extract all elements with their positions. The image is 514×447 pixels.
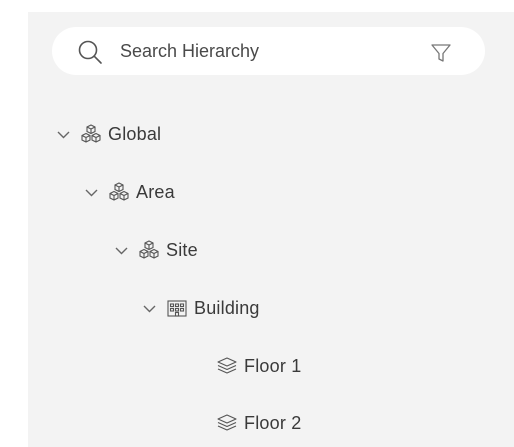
filter-icon[interactable] xyxy=(430,42,452,64)
building-icon xyxy=(167,300,187,317)
tree-node-label: Global xyxy=(108,123,162,144)
hierarchy-cubes-icon xyxy=(81,124,101,143)
chevron-down-icon[interactable] xyxy=(56,127,71,142)
tree-node-label: Building xyxy=(194,297,260,318)
chevron-down-icon[interactable] xyxy=(84,185,99,200)
tree-node-label: Floor 2 xyxy=(244,412,302,433)
chevron-down-icon[interactable] xyxy=(114,243,129,258)
tree-node-area[interactable]: Area xyxy=(84,177,175,207)
floor-layers-icon xyxy=(217,414,237,431)
floor-layers-icon xyxy=(217,357,237,374)
tree-node-label: Site xyxy=(166,239,198,260)
search-input[interactable] xyxy=(120,36,420,66)
tree-node-label: Area xyxy=(136,181,175,202)
search-box[interactable] xyxy=(52,27,485,75)
tree-node-floor-1[interactable]: Floor 1 xyxy=(216,351,301,381)
tree-node-label: Floor 1 xyxy=(244,355,302,376)
hierarchy-panel: Global Area xyxy=(28,12,514,447)
hierarchy-cubes-icon xyxy=(109,182,129,201)
hierarchy-cubes-icon xyxy=(139,240,159,259)
tree-node-building[interactable]: Building xyxy=(142,293,260,323)
search-icon xyxy=(78,40,102,64)
tree-node-floor-2[interactable]: Floor 2 xyxy=(216,408,301,438)
tree-node-site[interactable]: Site xyxy=(114,235,198,265)
chevron-down-icon[interactable] xyxy=(142,301,157,316)
tree-node-global[interactable]: Global xyxy=(56,119,161,149)
